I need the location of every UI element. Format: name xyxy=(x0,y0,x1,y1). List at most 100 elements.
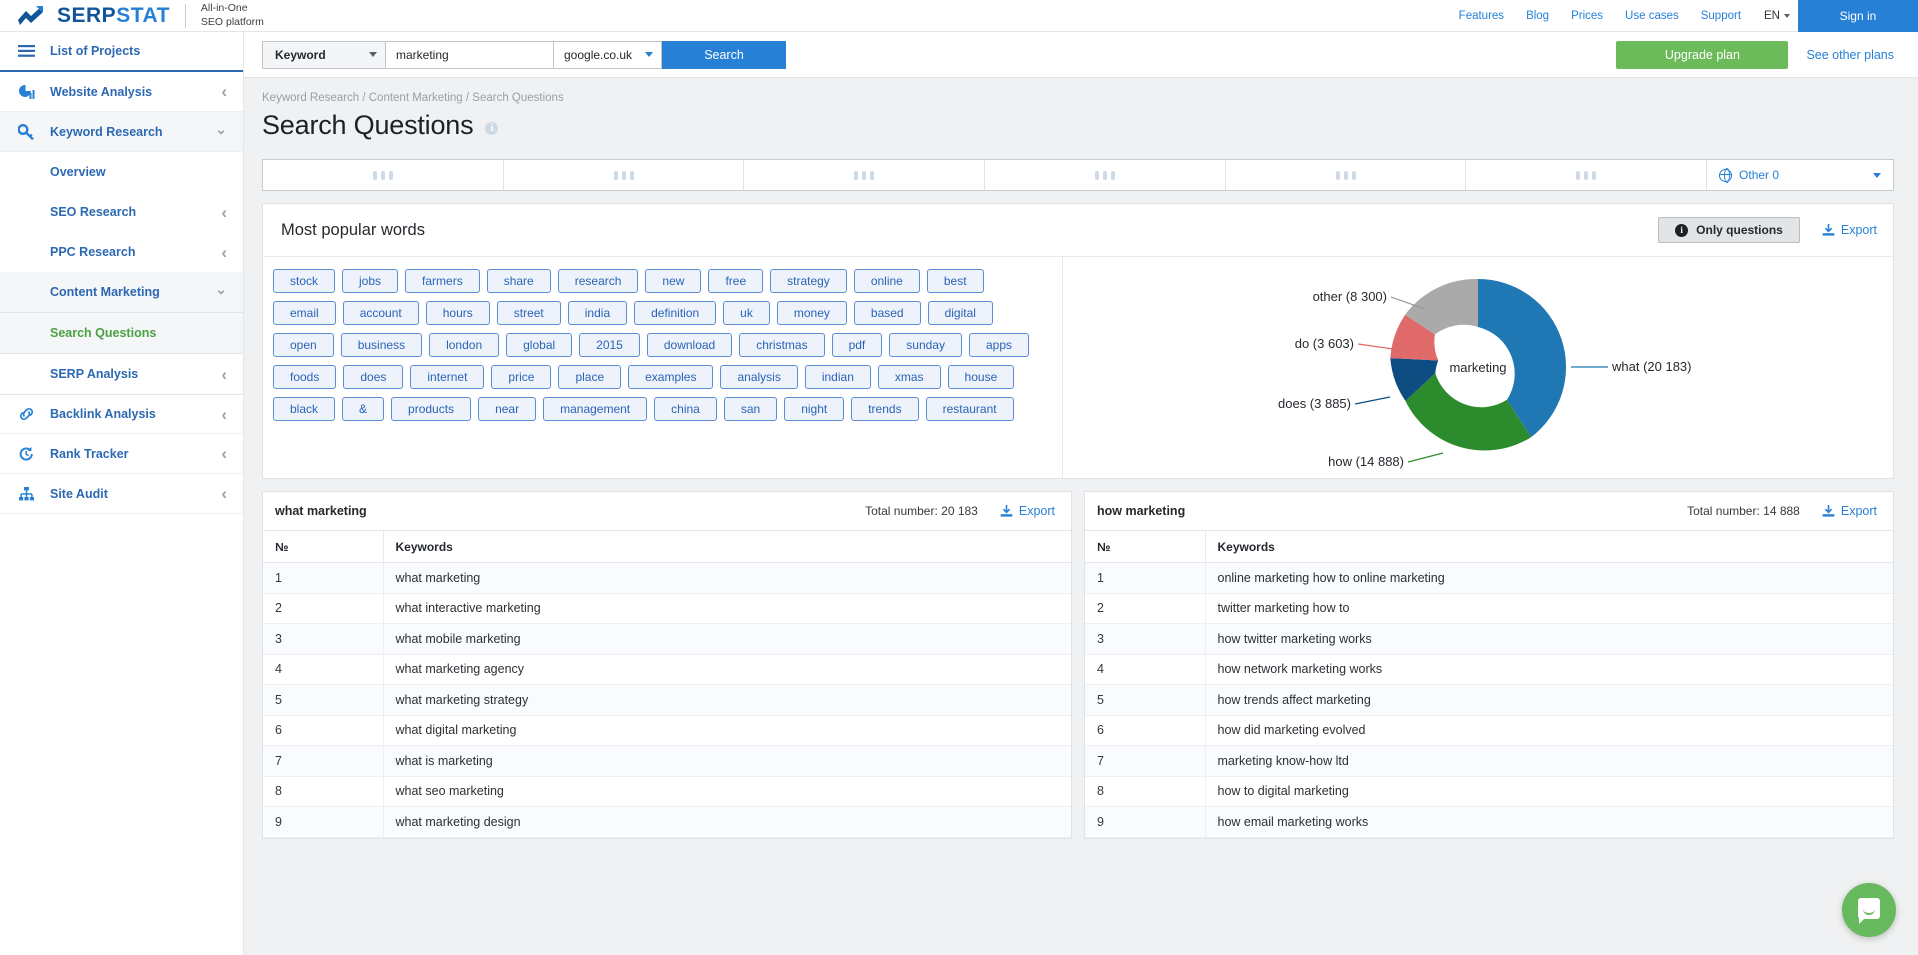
table-row[interactable]: 3 what mobile marketing xyxy=(263,623,1071,655)
word-tag[interactable]: san xyxy=(723,397,778,421)
language-selector[interactable]: EN xyxy=(1752,10,1798,22)
word-tag[interactable]: global xyxy=(506,333,573,357)
word-tag[interactable]: price xyxy=(491,365,552,389)
word-tag[interactable]: house xyxy=(947,365,1015,389)
nav-features[interactable]: Features xyxy=(1448,0,1515,32)
nav-prices[interactable]: Prices xyxy=(1560,0,1614,32)
tab-placeholder-2[interactable] xyxy=(504,160,745,190)
upgrade-plan-button[interactable]: Upgrade plan xyxy=(1616,40,1789,69)
word-tag[interactable]: 2015 xyxy=(579,333,640,357)
word-tag[interactable]: stock xyxy=(273,269,336,293)
sidebar-item-backlink-analysis[interactable]: Backlink Analysis xyxy=(0,394,243,434)
word-tag[interactable]: new xyxy=(645,269,702,293)
word-tag[interactable]: indian xyxy=(804,365,871,389)
word-tag[interactable]: business xyxy=(340,333,423,357)
brand-logo[interactable]: SERPSTAT All-in-One SEO platform xyxy=(0,0,264,31)
sidebar-item-site-audit[interactable]: Site Audit xyxy=(0,474,243,514)
sidebar-item-list-of-projects[interactable]: List of Projects xyxy=(0,32,243,72)
nav-blog[interactable]: Blog xyxy=(1515,0,1560,32)
word-tag[interactable]: apps xyxy=(968,333,1029,357)
word-tag[interactable]: trends xyxy=(851,397,919,421)
word-tag[interactable]: christmas xyxy=(739,333,825,357)
word-tag[interactable]: internet xyxy=(410,365,485,389)
sidebar-item-content-marketing[interactable]: Content Marketing xyxy=(0,272,243,312)
word-tag[interactable]: uk xyxy=(723,301,770,325)
table-row[interactable]: 4 what marketing agency xyxy=(263,654,1071,685)
word-tag[interactable]: email xyxy=(273,301,336,325)
table-row[interactable]: 6 what digital marketing xyxy=(263,715,1071,746)
word-tag[interactable]: strategy xyxy=(770,269,847,293)
word-tag[interactable]: place xyxy=(558,365,622,389)
sidebar-item-rank-tracker[interactable]: Rank Tracker xyxy=(0,434,243,474)
sidebar-item-overview[interactable]: Overview xyxy=(0,152,243,192)
word-tag[interactable]: black xyxy=(273,397,336,421)
word-tag[interactable]: digital xyxy=(927,301,993,325)
search-type-select[interactable]: Keyword xyxy=(262,40,386,69)
tab-placeholder-5[interactable] xyxy=(1226,160,1467,190)
word-tag[interactable]: london xyxy=(429,333,500,357)
word-tag[interactable]: street xyxy=(496,301,561,325)
tab-placeholder-6[interactable] xyxy=(1466,160,1708,190)
table-row[interactable]: 7 marketing know-how ltd xyxy=(1085,745,1893,777)
word-tag[interactable]: share xyxy=(486,269,551,293)
word-tag[interactable]: near xyxy=(478,397,537,421)
word-tag[interactable]: farmers xyxy=(405,269,480,293)
export-button-what[interactable]: Export xyxy=(1000,504,1055,518)
word-tag[interactable]: free xyxy=(708,269,764,293)
word-tag[interactable]: best xyxy=(926,269,984,293)
word-tag[interactable]: china xyxy=(654,397,717,421)
tab-placeholder-1[interactable] xyxy=(263,160,504,190)
info-icon[interactable]: i xyxy=(485,122,499,135)
tab-other-dropdown[interactable]: Other 0 xyxy=(1707,160,1893,190)
word-tag[interactable]: management xyxy=(543,397,648,421)
table-row[interactable]: 6 how did marketing evolved xyxy=(1085,715,1893,746)
word-tag[interactable]: research xyxy=(557,269,639,293)
table-row[interactable]: 4 how network marketing works xyxy=(1085,654,1893,685)
sidebar-item-serp-analysis[interactable]: SERP Analysis xyxy=(0,354,243,394)
table-row[interactable]: 5 how trends affect marketing xyxy=(1085,684,1893,716)
table-row[interactable]: 1 what marketing xyxy=(263,562,1071,594)
table-row[interactable]: 7 what is marketing xyxy=(263,745,1071,777)
sidebar-item-keyword-research[interactable]: Keyword Research xyxy=(0,112,243,152)
see-other-plans-link[interactable]: See other plans xyxy=(1806,48,1894,62)
word-tag[interactable]: does xyxy=(343,365,404,389)
word-tag[interactable]: jobs xyxy=(342,269,399,293)
word-tag[interactable]: money xyxy=(776,301,847,325)
export-button-how[interactable]: Export xyxy=(1822,504,1877,518)
word-tag[interactable]: account xyxy=(342,301,419,325)
search-engine-select[interactable]: google.co.uk xyxy=(554,40,662,69)
export-button-words[interactable]: Export xyxy=(1822,223,1877,237)
word-tag[interactable]: restaurant xyxy=(925,397,1014,421)
tab-placeholder-3[interactable] xyxy=(744,160,986,190)
sidebar-item-search-questions[interactable]: Search Questions xyxy=(0,313,243,353)
word-tag[interactable]: analysis xyxy=(720,365,798,389)
word-tag[interactable]: online xyxy=(853,269,920,293)
table-row[interactable]: 2 what interactive marketing xyxy=(263,593,1071,624)
word-tag[interactable]: download xyxy=(646,333,733,357)
word-tag[interactable]: night xyxy=(784,397,845,421)
word-tag[interactable]: definition xyxy=(634,301,717,325)
word-tag[interactable]: & xyxy=(342,397,385,421)
table-row[interactable]: 9 how email marketing works xyxy=(1085,806,1893,838)
table-row[interactable]: 9 what marketing design xyxy=(263,806,1071,838)
table-row[interactable]: 5 what marketing strategy xyxy=(263,684,1071,716)
sign-in-button[interactable]: Sign in xyxy=(1798,0,1918,32)
sidebar-item-ppc-research[interactable]: PPC Research xyxy=(0,232,243,272)
nav-use-cases[interactable]: Use cases xyxy=(1614,0,1690,32)
word-tag[interactable]: xmas xyxy=(877,365,941,389)
word-tag[interactable]: examples xyxy=(628,365,714,389)
word-tag[interactable]: based xyxy=(853,301,921,325)
table-row[interactable]: 2 twitter marketing how to xyxy=(1085,593,1893,624)
word-tag[interactable]: open xyxy=(273,333,334,357)
table-row[interactable]: 1 online marketing how to online marketin… xyxy=(1085,562,1893,594)
word-tag[interactable]: india xyxy=(567,301,628,325)
sidebar-item-seo-research[interactable]: SEO Research xyxy=(0,192,243,232)
search-button[interactable]: Search xyxy=(662,40,786,69)
nav-support[interactable]: Support xyxy=(1690,0,1752,32)
tab-placeholder-4[interactable] xyxy=(985,160,1226,190)
only-questions-button[interactable]: i Only questions xyxy=(1658,217,1800,243)
chat-widget-button[interactable] xyxy=(1842,883,1896,937)
word-tag[interactable]: hours xyxy=(425,301,490,325)
table-row[interactable]: 8 what seo marketing xyxy=(263,776,1071,807)
word-tag[interactable]: sunday xyxy=(889,333,962,357)
